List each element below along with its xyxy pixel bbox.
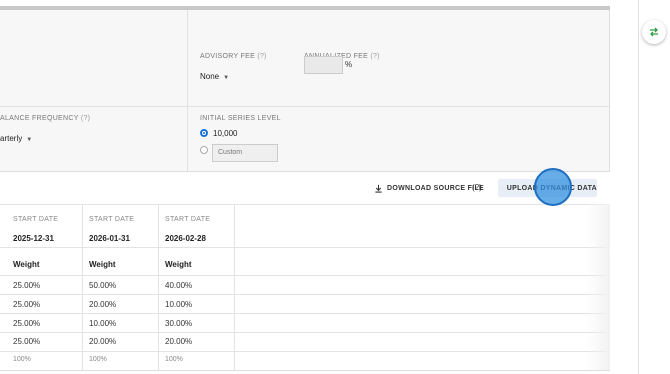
rebalance-frequency-value: arterly [0, 134, 23, 143]
swap-icon [650, 27, 658, 37]
column-header-start-date: START DATE [165, 216, 211, 223]
annualized-fee-unit: % [345, 60, 353, 69]
start-date-value[interactable]: 2026-02-28 [165, 234, 206, 243]
weight-header: Weight [165, 260, 192, 269]
table-column-divider [82, 204, 83, 370]
download-source-file-label: DOWNLOAD SOURCE FILE [387, 184, 484, 192]
table-top-border [0, 204, 610, 205]
table-row-divider [0, 294, 610, 295]
weight-total: 100% [13, 356, 31, 363]
download-help-icon[interactable]: (?) [472, 183, 482, 192]
weight-cell[interactable]: 20.00% [89, 300, 116, 309]
swap-icon-button[interactable] [642, 20, 666, 44]
click-indicator [534, 168, 572, 206]
advisory-fee-label: ADVISORY FEE (?) [200, 53, 267, 60]
weight-cell[interactable]: 20.00% [89, 337, 116, 346]
weight-cell[interactable]: 25.00% [13, 281, 40, 290]
column-header-start-date: START DATE [13, 216, 59, 223]
caret-down-icon: ▼ [223, 75, 230, 81]
advisory-fee-select[interactable]: None ▼ [200, 72, 229, 81]
weight-cell[interactable]: 20.00% [165, 337, 192, 346]
settings-panel [0, 10, 610, 172]
weight-cell[interactable]: 25.00% [13, 300, 40, 309]
weight-total: 100% [89, 356, 107, 363]
table-bottom-border [0, 370, 610, 371]
weight-cell[interactable]: 40.00% [165, 281, 192, 290]
rebalance-frequency-help-icon[interactable]: (?) [81, 115, 90, 122]
table-row-divider [0, 351, 610, 352]
initial-level-radio-custom[interactable] [200, 146, 208, 154]
settings-divider-horizontal [0, 106, 610, 107]
weight-header: Weight [13, 260, 40, 269]
table-column-divider [158, 204, 159, 370]
weight-cell[interactable]: 25.00% [13, 337, 40, 346]
download-icon [375, 184, 382, 193]
weight-header: Weight [89, 260, 116, 269]
annualized-fee-help-icon[interactable]: (?) [370, 53, 379, 60]
annualized-fee-input[interactable] [304, 56, 343, 74]
table-column-divider [234, 204, 235, 370]
rebalance-frequency-label: ALANCE FREQUENCY (?) [0, 115, 90, 122]
table-row-divider [0, 247, 610, 248]
start-date-value[interactable]: 2026-01-31 [89, 234, 130, 243]
weight-cell[interactable]: 10.00% [165, 300, 192, 309]
weight-total: 100% [165, 356, 183, 363]
initial-level-option-10000: 10,000 [213, 129, 238, 138]
weight-cell[interactable]: 50.00% [89, 281, 116, 290]
table-row-divider [0, 275, 610, 276]
table-row-divider [0, 332, 610, 333]
upload-icon [502, 187, 503, 189]
column-header-start-date: START DATE [89, 216, 135, 223]
settings-divider-vertical [187, 10, 188, 172]
initial-level-custom-input[interactable]: Custom [212, 144, 278, 162]
initial-level-radio-10000[interactable] [200, 129, 208, 137]
weight-cell[interactable]: 10.00% [89, 319, 116, 328]
caret-down-icon: ▼ [26, 137, 33, 143]
main-panel: ADVISORY FEE (?) None▼ ANNUALIZED FEE (?… [0, 0, 610, 374]
advisory-fee-value: None [200, 72, 220, 81]
weight-cell[interactable]: 30.00% [165, 319, 192, 328]
rebalance-frequency-label-text: ALANCE FREQUENCY [0, 115, 79, 122]
rebalance-frequency-select[interactable]: arterly ▼ [0, 134, 32, 143]
advisory-fee-label-text: ADVISORY FEE [200, 53, 256, 60]
initial-series-level-label: INITIAL SERIES LEVEL [200, 115, 281, 122]
advisory-fee-help-icon[interactable]: (?) [257, 53, 266, 60]
right-rail [638, 0, 670, 374]
table-scroll-fade [586, 204, 610, 370]
start-date-value[interactable]: 2025-12-31 [13, 234, 54, 243]
weight-cell[interactable]: 25.00% [13, 319, 40, 328]
download-source-file-button[interactable]: DOWNLOAD SOURCE FILE [374, 179, 484, 197]
table-row-divider [0, 313, 610, 314]
